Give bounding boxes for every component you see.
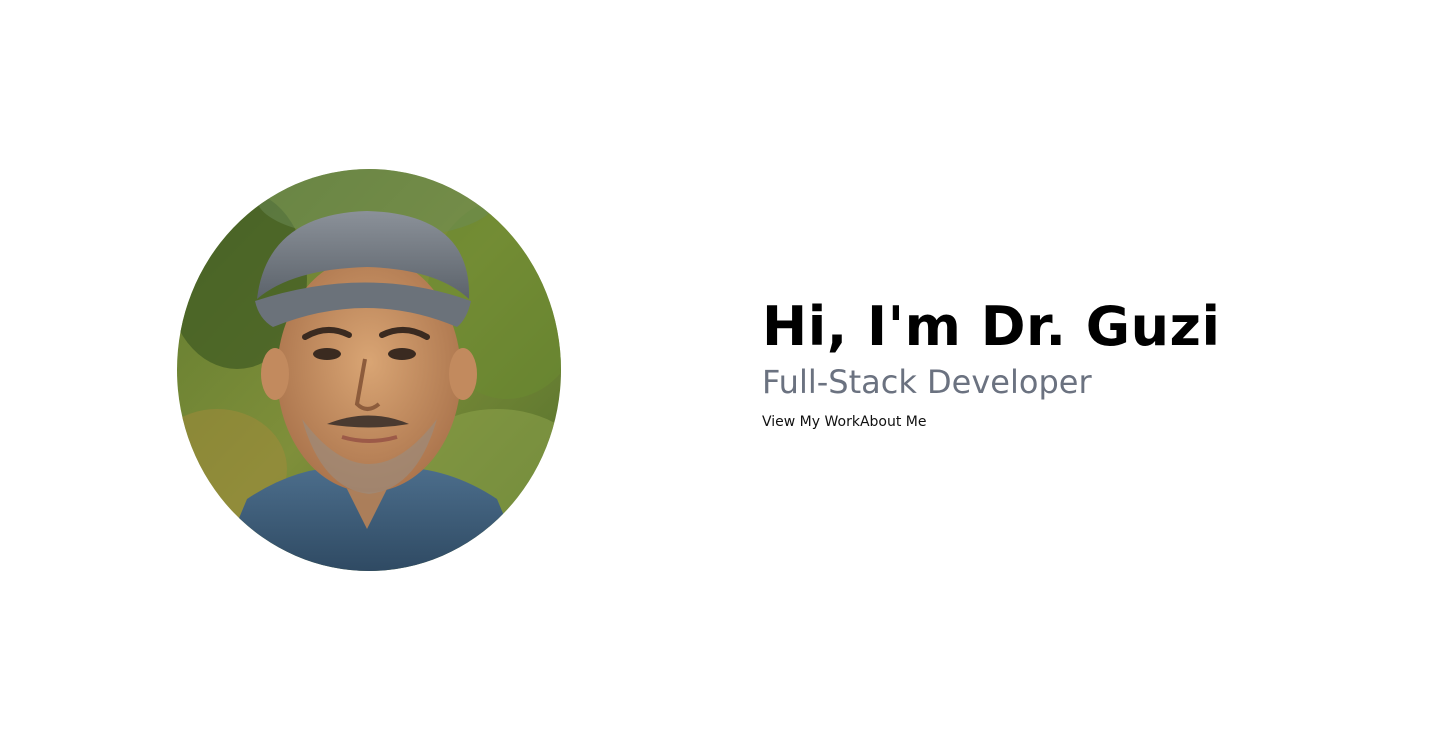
page-title: Hi, I'm Dr. Guzi: [762, 295, 1221, 358]
portrait-photo: [177, 169, 561, 571]
job-title: Full-Stack Developer: [762, 363, 1092, 401]
view-my-work-link[interactable]: View My Work: [762, 414, 860, 430]
hero-links: View My WorkAbout Me: [762, 412, 1382, 432]
intro-section: Hi, I'm Dr. Guzi Full-Stack Developer Vi…: [762, 292, 1382, 432]
about-me-link[interactable]: About Me: [860, 414, 927, 430]
hero-section: Hi, I'm Dr. Guzi Full-Stack Developer Vi…: [0, 0, 1440, 753]
portrait-illustration: [177, 169, 561, 571]
